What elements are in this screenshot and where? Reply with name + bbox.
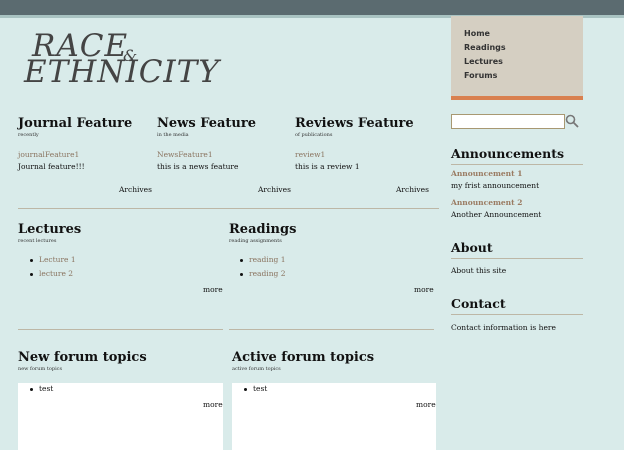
active-forum-list <box>232 383 436 450</box>
nav-lectures[interactable]: Lectures <box>464 57 503 66</box>
readings-sub: reading assignments <box>229 238 282 244</box>
announcement-text: Another Announcement <box>451 210 542 219</box>
new-forum-more-link[interactable]: more <box>203 400 223 409</box>
announcement-text: my frist announcement <box>451 181 540 190</box>
reviews-feature-text: this is a review 1 <box>295 162 360 171</box>
search-input[interactable] <box>451 114 565 129</box>
nav-forums[interactable]: Forums <box>464 71 497 80</box>
journal-feature-text: Journal feature!!! <box>18 162 85 171</box>
lectures-title: Lectures <box>18 222 82 237</box>
logo-line-2: ETHNICITY <box>24 54 220 90</box>
divider <box>229 329 434 330</box>
top-bar <box>0 0 624 15</box>
divider <box>451 314 583 315</box>
announcement-link[interactable]: Announcement 2 <box>451 198 522 207</box>
divider <box>451 164 583 165</box>
search-icon[interactable] <box>565 114 579 128</box>
news-feature-title: News Feature <box>157 116 256 131</box>
lectures-sub: recent lectures <box>18 238 57 244</box>
forum-topic-item[interactable]: test <box>243 384 267 393</box>
lecture-item[interactable]: lecture 2 <box>29 269 73 278</box>
active-forum-title: Active forum topics <box>232 350 375 365</box>
new-forum-list <box>18 383 223 450</box>
readings-more-link[interactable]: more <box>414 285 434 294</box>
divider <box>451 258 583 259</box>
about-title: About <box>451 240 493 255</box>
reviews-feature-title: Reviews Feature <box>295 116 414 131</box>
divider <box>18 329 223 330</box>
reading-item[interactable]: reading 1 <box>239 255 285 264</box>
forum-topic-item[interactable]: test <box>29 384 53 393</box>
reading-item[interactable]: reading 2 <box>239 269 285 278</box>
new-forum-sub: new forum topics <box>18 366 63 372</box>
lecture-item[interactable]: Lecture 1 <box>30 255 76 264</box>
contact-title: Contact <box>451 296 506 311</box>
lectures-more-link[interactable]: more <box>203 285 223 294</box>
nav-readings[interactable]: Readings <box>464 43 506 52</box>
readings-title: Readings <box>229 222 297 237</box>
announcement-link[interactable]: Announcement 1 <box>451 169 522 178</box>
new-forum-title: New forum topics <box>18 350 147 365</box>
news-feature-text: this is a news feature <box>157 162 239 171</box>
news-feature-sub: in the media <box>157 132 189 138</box>
divider <box>18 208 439 209</box>
nav-home[interactable]: Home <box>464 29 490 38</box>
news-archives-link[interactable]: Archives <box>258 185 291 194</box>
journal-archives-link[interactable]: Archives <box>119 185 152 194</box>
reviews-archives-link[interactable]: Archives <box>396 185 429 194</box>
announcements-title: Announcements <box>451 146 565 161</box>
journal-feature-sub: recently <box>18 132 39 138</box>
about-text: About this site <box>451 266 507 275</box>
contact-text: Contact information is here <box>451 323 556 332</box>
journal-feature-title: Journal Feature <box>18 116 133 131</box>
active-forum-sub: active forum topics <box>232 366 281 372</box>
main-nav: Home Readings Lectures Forums <box>451 16 583 100</box>
journal-feature-link[interactable]: journalFeature1 <box>18 150 79 159</box>
active-forum-more-link[interactable]: more <box>416 400 436 409</box>
reviews-feature-sub: of publications <box>295 132 333 138</box>
reviews-feature-link[interactable]: review1 <box>295 150 325 159</box>
news-feature-link[interactable]: NewsFeature1 <box>157 150 213 159</box>
